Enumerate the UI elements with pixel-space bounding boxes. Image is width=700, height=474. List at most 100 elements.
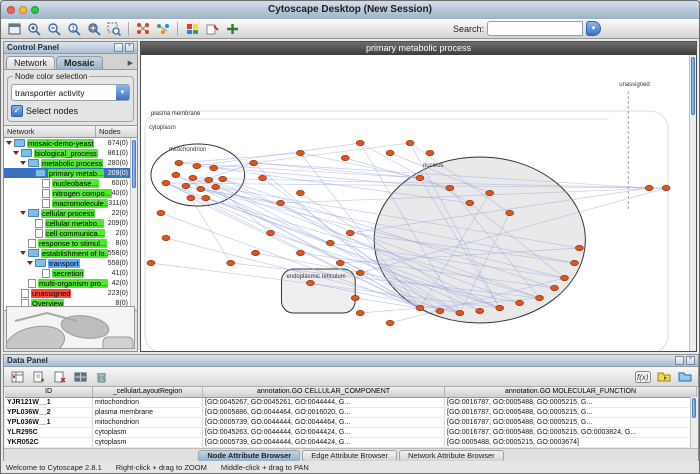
zoom-in-icon[interactable] <box>25 21 43 37</box>
expand-icon[interactable] <box>13 151 19 155</box>
table-row[interactable]: YPL036W__2plasma membrane[GO:0005886, GO… <box>5 408 697 418</box>
network-overview-icon[interactable] <box>134 21 152 37</box>
network-node[interactable] <box>205 177 213 182</box>
network-node[interactable] <box>267 230 275 235</box>
network-node[interactable] <box>162 235 170 240</box>
network-scrollbar[interactable] <box>689 55 696 351</box>
network-node[interactable] <box>157 210 165 215</box>
table-scrollbar[interactable] <box>690 397 697 449</box>
tree-row[interactable]: secretion41(0) <box>4 268 130 278</box>
network-node[interactable] <box>486 190 494 195</box>
zoom-out-icon[interactable] <box>45 21 63 37</box>
vizmapper-icon[interactable] <box>183 21 201 37</box>
trash-icon[interactable] <box>92 369 110 385</box>
tree-row[interactable]: nitrogen compo...40(0) <box>4 188 130 198</box>
network-node[interactable] <box>212 184 220 189</box>
column-header[interactable]: ID <box>5 387 93 397</box>
network-node[interactable] <box>436 308 444 313</box>
network-node[interactable] <box>356 140 364 145</box>
attribute-grid-icon[interactable] <box>71 369 89 385</box>
network-node[interactable] <box>506 210 514 215</box>
network-node[interactable] <box>570 260 578 265</box>
tree-row[interactable]: biological_process861(0) <box>4 148 130 158</box>
network-node[interactable] <box>296 250 304 255</box>
float-panel-icon[interactable] <box>114 43 123 52</box>
tree-row[interactable]: cellular metabo...209(0) <box>4 218 130 228</box>
network-node[interactable] <box>476 308 484 313</box>
tab-network-attribute-browser[interactable]: Network Attribute Browser <box>399 450 504 462</box>
network-node[interactable] <box>162 180 170 185</box>
network-node[interactable] <box>189 175 197 180</box>
network-node[interactable] <box>175 160 183 165</box>
tab-node-attribute-browser[interactable]: Node Attribute Browser <box>198 450 300 462</box>
zoom-region-icon[interactable] <box>105 21 123 37</box>
tree-row[interactable]: cellular process22(0) <box>4 208 130 218</box>
network-node[interactable] <box>426 150 434 155</box>
function-builder-icon[interactable]: f(x) <box>634 369 652 385</box>
network-node[interactable] <box>306 280 314 285</box>
network-node[interactable] <box>406 140 414 145</box>
zoom-fit-icon[interactable] <box>85 21 103 37</box>
network-node[interactable] <box>336 260 344 265</box>
tree-row[interactable]: primary metab...209(0) <box>4 168 130 178</box>
tree-column-nodes[interactable]: Nodes <box>96 126 137 137</box>
tree-row[interactable]: metabolic process280(0) <box>4 158 130 168</box>
tree-row[interactable]: unassigned223(0) <box>4 288 130 298</box>
network-node[interactable] <box>147 260 155 265</box>
node-color-dropdown[interactable]: transporter activity ▼ <box>11 84 130 101</box>
network-node[interactable] <box>645 185 653 190</box>
select-nodes-checkbox[interactable]: ✓ <box>11 105 23 117</box>
search-input[interactable] <box>487 21 583 36</box>
column-header[interactable]: _cellularLayoutRegion <box>93 387 203 397</box>
tree-row[interactable]: nucleobase...60(0) <box>4 178 130 188</box>
tree-row[interactable]: cell communica...2(0) <box>4 228 130 238</box>
tree-row[interactable]: mosaic-demo-yeast874(0) <box>4 138 130 148</box>
network-node[interactable] <box>346 230 354 235</box>
network-node[interactable] <box>356 270 364 275</box>
network-node[interactable] <box>662 185 670 190</box>
tree-scrollbar[interactable] <box>130 138 137 310</box>
expand-icon[interactable] <box>20 251 26 255</box>
network-node[interactable] <box>351 295 359 300</box>
network-node[interactable] <box>496 305 504 310</box>
network-view-title[interactable]: primary metabolic process <box>141 42 696 55</box>
import-attributes-icon[interactable] <box>655 369 673 385</box>
network-node[interactable] <box>296 190 304 195</box>
network-node[interactable] <box>326 240 334 245</box>
select-attributes-icon[interactable] <box>8 369 26 385</box>
network-node[interactable] <box>259 175 267 180</box>
expand-icon[interactable] <box>20 211 26 215</box>
network-node[interactable] <box>250 160 258 165</box>
network-node[interactable] <box>210 165 218 170</box>
delete-attribute-icon[interactable] <box>50 369 68 385</box>
create-attribute-icon[interactable] <box>29 369 47 385</box>
attribute-folder-icon[interactable] <box>676 369 694 385</box>
network-node[interactable] <box>341 155 349 160</box>
network-node[interactable] <box>296 150 304 155</box>
tree-column-network[interactable]: Network <box>4 126 96 137</box>
table-row[interactable]: YJR121W__1mitochondrion[GO:0045267, GO:0… <box>5 398 697 408</box>
tree-row[interactable]: response to stimul...8(0) <box>4 238 130 248</box>
network-overview-thumbnail[interactable] <box>6 306 135 349</box>
network-node[interactable] <box>516 300 524 305</box>
annotation-icon[interactable] <box>203 21 221 37</box>
tab-edge-attribute-browser[interactable]: Edge Attribute Browser <box>302 450 397 462</box>
table-row[interactable]: YPL036W__1mitochondrion[GO:0005739, GO:0… <box>5 418 697 428</box>
expand-icon[interactable] <box>20 161 26 165</box>
table-row[interactable]: YKR052Ccytoplasm[GO:0005739, GO:0044444,… <box>5 438 697 448</box>
network-node[interactable] <box>202 195 210 200</box>
close-panel-icon[interactable]: × <box>686 356 695 365</box>
network-node[interactable] <box>446 185 454 190</box>
expand-icon[interactable] <box>27 261 33 265</box>
search-dropdown-icon[interactable]: ▼ <box>586 21 601 36</box>
tree-row[interactable]: macromolecule...311(0) <box>4 198 130 208</box>
network-node[interactable] <box>172 172 180 177</box>
network-node[interactable] <box>219 176 227 181</box>
network-node[interactable] <box>197 186 205 191</box>
table-row[interactable]: YLR295Ccytoplasm[GO:0045263, GO:0044444,… <box>5 428 697 438</box>
column-header[interactable]: annotation.GO MOLECULAR_FUNCTION <box>445 387 697 397</box>
network-node[interactable] <box>252 250 260 255</box>
network-node[interactable] <box>356 310 364 315</box>
tree-row[interactable]: multi-organism pro...42(0) <box>4 278 130 288</box>
network-manager-icon[interactable] <box>154 21 172 37</box>
